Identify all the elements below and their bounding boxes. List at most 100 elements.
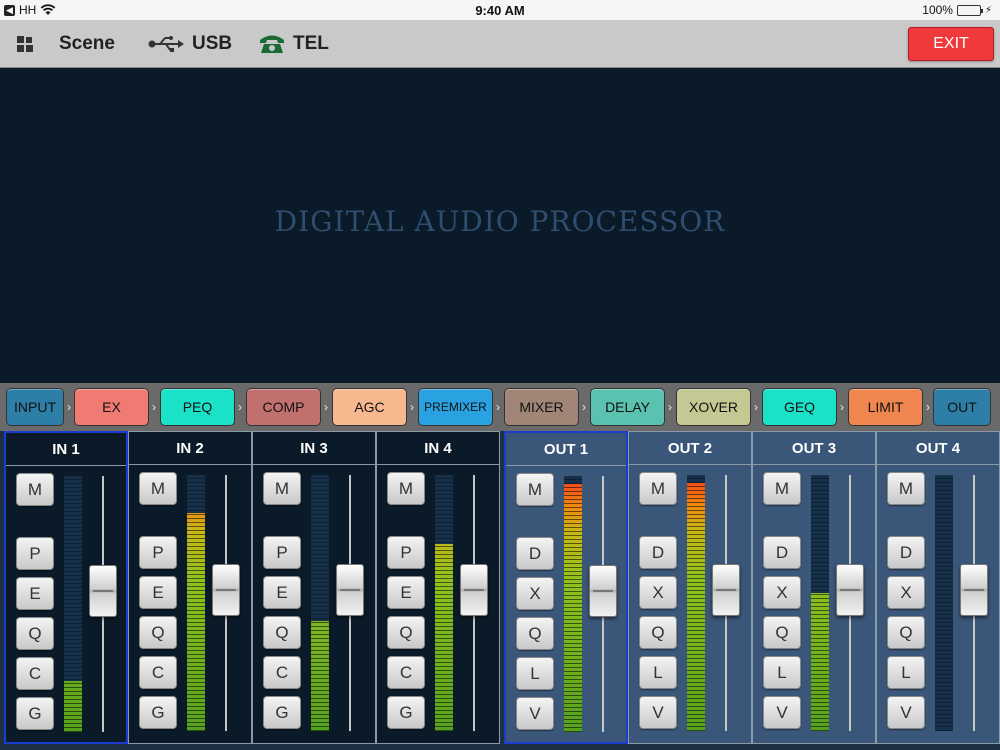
q-button[interactable]: Q xyxy=(516,617,554,650)
exit-button[interactable]: EXIT xyxy=(908,27,994,61)
d-button[interactable]: D xyxy=(639,536,677,569)
l-button[interactable]: L xyxy=(516,657,554,690)
p-button[interactable]: P xyxy=(139,536,177,569)
level-meter xyxy=(64,476,82,732)
channel-name[interactable]: OUT 3 xyxy=(753,432,875,465)
l-button[interactable]: L xyxy=(639,656,677,689)
g-button[interactable]: G xyxy=(387,696,425,729)
g-button[interactable]: G xyxy=(139,696,177,729)
module-agc-button[interactable]: AGC xyxy=(332,388,407,426)
p-button[interactable]: P xyxy=(263,536,301,569)
v-button[interactable]: V xyxy=(516,697,554,730)
channel-name[interactable]: IN 4 xyxy=(377,432,499,465)
mute-button[interactable]: M xyxy=(763,472,801,505)
fader-knob[interactable] xyxy=(836,564,864,616)
fader-knob[interactable] xyxy=(336,564,364,616)
channel-name[interactable]: OUT 4 xyxy=(877,432,999,465)
x-button[interactable]: X xyxy=(763,576,801,609)
module-peq-button[interactable]: PEQ xyxy=(160,388,235,426)
channel-strip-out-2[interactable]: OUT 2 MDXQLV xyxy=(628,431,752,744)
g-button[interactable]: G xyxy=(16,697,54,730)
q-button[interactable]: Q xyxy=(16,617,54,650)
v-button[interactable]: V xyxy=(887,696,925,729)
e-button[interactable]: E xyxy=(139,576,177,609)
module-mixer-button[interactable]: MIXER xyxy=(504,388,579,426)
channel-strip-in-2[interactable]: IN 2 MPEQCG xyxy=(128,431,252,744)
l-button[interactable]: L xyxy=(763,656,801,689)
status-right: 100% ⚡ xyxy=(922,3,992,17)
e-button[interactable]: E xyxy=(387,576,425,609)
mute-button[interactable]: M xyxy=(516,473,554,506)
l-button[interactable]: L xyxy=(887,656,925,689)
channel-strip-in-3[interactable]: IN 3 MPEQCG xyxy=(252,431,376,744)
fader-knob[interactable] xyxy=(712,564,740,616)
mute-button[interactable]: M xyxy=(639,472,677,505)
mute-button[interactable]: M xyxy=(263,472,301,505)
q-button[interactable]: Q xyxy=(763,616,801,649)
p-button[interactable]: P xyxy=(16,537,54,570)
channel-strip-in-1[interactable]: IN 1 MPEQCG xyxy=(4,431,128,744)
fader-knob[interactable] xyxy=(589,565,617,617)
d-button[interactable]: D xyxy=(516,537,554,570)
q-button[interactable]: Q xyxy=(387,616,425,649)
x-button[interactable]: X xyxy=(639,576,677,609)
channel-strip-out-4[interactable]: OUT 4 MDXQLV xyxy=(876,431,1000,744)
channel-strips: IN 1 M P E Q C G IN 2 M P E Q C G IN 3 M P E Q C G IN 4MPEQCG… xyxy=(0,431,1000,750)
channel-strip-out-3[interactable]: OUT 3 MDXQLV xyxy=(752,431,876,744)
c-button[interactable]: C xyxy=(263,656,301,689)
usb-button[interactable]: USB xyxy=(148,20,232,68)
q-button[interactable]: Q xyxy=(263,616,301,649)
channel-name[interactable]: OUT 2 xyxy=(629,432,751,465)
fader-knob[interactable] xyxy=(212,564,240,616)
mute-button[interactable]: M xyxy=(16,473,54,506)
v-button[interactable]: V xyxy=(763,696,801,729)
channel-name[interactable]: IN 1 xyxy=(6,433,126,466)
d-button[interactable]: D xyxy=(763,536,801,569)
mute-button[interactable]: M xyxy=(387,472,425,505)
module-premixer-button[interactable]: PREMIXER xyxy=(418,388,493,426)
chain-arrow-icon: › xyxy=(324,400,328,414)
q-button[interactable]: Q xyxy=(139,616,177,649)
channel-name[interactable]: OUT 1 xyxy=(506,433,626,466)
scene-button[interactable]: Scene xyxy=(59,20,115,68)
module-comp-button[interactable]: COMP xyxy=(246,388,321,426)
e-button[interactable]: E xyxy=(16,577,54,610)
d-button[interactable]: D xyxy=(887,536,925,569)
grid-menu-button[interactable] xyxy=(16,20,34,68)
channel-name[interactable]: IN 3 xyxy=(253,432,375,465)
mute-button[interactable]: M xyxy=(139,472,177,505)
channel-strip-out-1[interactable]: OUT 1 MDXQLV xyxy=(504,431,628,744)
tel-button[interactable]: TEL xyxy=(259,20,329,68)
module-xover-button[interactable]: XOVER xyxy=(676,388,751,426)
fader-knob[interactable] xyxy=(460,564,488,616)
level-meter-fill xyxy=(187,513,205,731)
g-button[interactable]: G xyxy=(263,696,301,729)
module-input-button[interactable]: INPUT xyxy=(6,388,64,426)
q-button[interactable]: Q xyxy=(639,616,677,649)
fader-knob[interactable] xyxy=(89,565,117,617)
c-button[interactable]: C xyxy=(139,656,177,689)
module-limit-button[interactable]: LIMIT xyxy=(848,388,923,426)
module-geq-button[interactable]: GEQ xyxy=(762,388,837,426)
mute-button[interactable]: M xyxy=(887,472,925,505)
chain-arrow-icon: › xyxy=(668,400,672,414)
e-button[interactable]: E xyxy=(263,576,301,609)
module-ex-button[interactable]: EX xyxy=(74,388,149,426)
q-button[interactable]: Q xyxy=(887,616,925,649)
level-meter xyxy=(935,475,953,731)
c-button[interactable]: C xyxy=(16,657,54,690)
p-button[interactable]: P xyxy=(387,536,425,569)
module-delay-button[interactable]: DELAY xyxy=(590,388,665,426)
x-button[interactable]: X xyxy=(516,577,554,610)
x-button[interactable]: X xyxy=(887,576,925,609)
grid-icon xyxy=(17,36,33,52)
c-button[interactable]: C xyxy=(387,656,425,689)
module-out-button[interactable]: OUT xyxy=(933,388,991,426)
chain-arrow-icon: › xyxy=(754,400,758,414)
level-meter xyxy=(311,475,329,731)
fader-knob[interactable] xyxy=(960,564,988,616)
battery-icon xyxy=(956,4,983,16)
channel-name[interactable]: IN 2 xyxy=(129,432,251,465)
channel-strip-in-4[interactable]: IN 4 MPEQCG xyxy=(376,431,500,744)
v-button[interactable]: V xyxy=(639,696,677,729)
